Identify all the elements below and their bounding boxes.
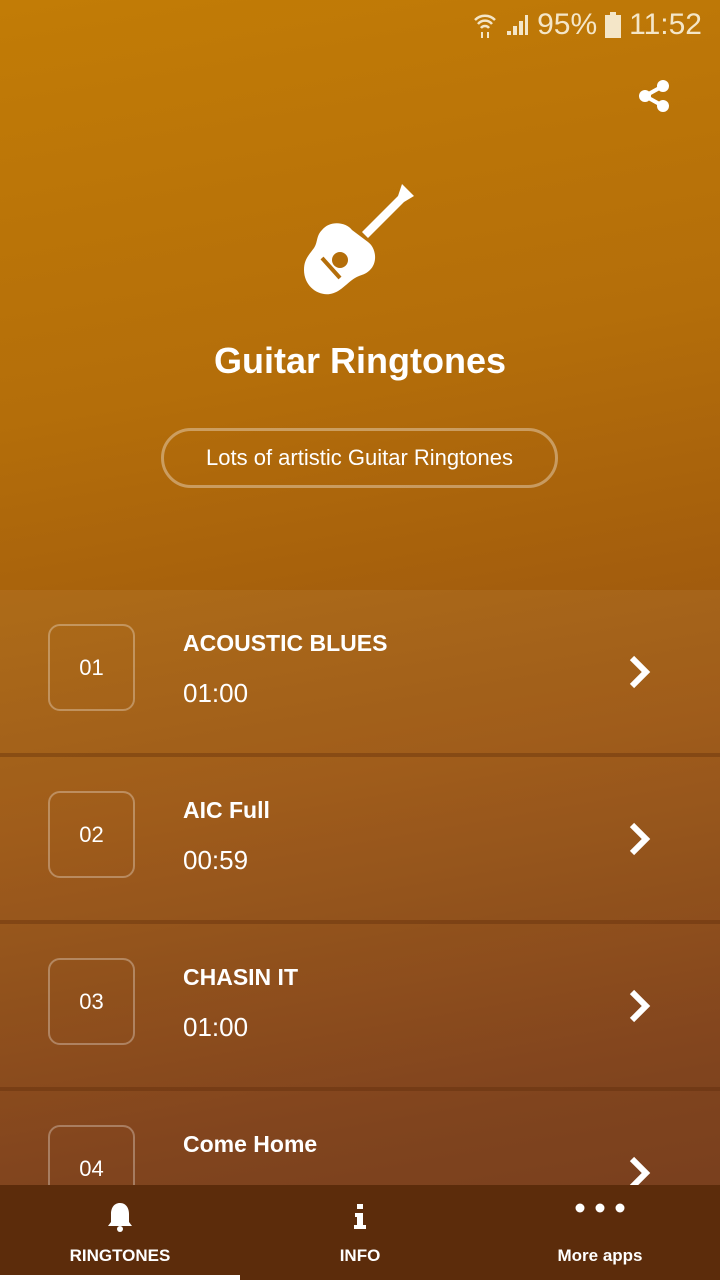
tab-label: RINGTONES xyxy=(69,1246,171,1265)
track-name: Come Home xyxy=(183,1131,318,1157)
track-number: 03 xyxy=(48,958,135,1045)
chevron-right-icon[interactable] xyxy=(628,654,652,690)
battery-percent: 95% xyxy=(537,8,598,41)
signal-icon xyxy=(507,15,529,35)
tab-more-apps[interactable]: More apps xyxy=(480,1185,720,1280)
wifi-icon xyxy=(474,14,496,38)
track-name: AIC Full xyxy=(183,797,270,823)
chevron-right-icon[interactable] xyxy=(628,988,652,1024)
info-icon xyxy=(354,1204,366,1229)
more-dots-icon xyxy=(575,1203,625,1213)
track-duration: 01:00 xyxy=(183,1012,249,1042)
ringtone-row[interactable]: 02 AIC Full 00:59 xyxy=(0,757,720,924)
tab-label: INFO xyxy=(339,1246,381,1265)
active-tab-indicator xyxy=(0,1275,240,1280)
track-name: ACOUSTIC BLUES xyxy=(183,630,388,656)
subtitle-badge: Lots of artistic Guitar Ringtones xyxy=(161,428,558,488)
tab-info[interactable]: INFO xyxy=(240,1185,480,1280)
tab-ringtones[interactable]: RINGTONES xyxy=(0,1185,240,1280)
track-duration: 01:00 xyxy=(183,678,249,708)
ringtone-row[interactable]: 03 CHASIN IT 01:00 xyxy=(0,924,720,1091)
ringtone-list: 01 ACOUSTIC BLUES 01:00 02 AIC Full 00:5… xyxy=(0,590,720,1258)
clock: 11:52 xyxy=(629,8,702,41)
chevron-right-icon[interactable] xyxy=(628,821,652,857)
bell-icon xyxy=(108,1203,132,1232)
tab-label: More apps xyxy=(557,1246,643,1265)
status-bar: 95% 11:52 xyxy=(473,0,720,50)
guitar-logo-icon xyxy=(304,184,414,295)
battery-icon xyxy=(605,12,622,38)
bottom-nav: RINGTONES INFO More apps xyxy=(0,1185,720,1280)
ringtone-row[interactable]: 01 ACOUSTIC BLUES 01:00 xyxy=(0,590,720,757)
track-duration: 00:59 xyxy=(183,845,249,875)
share-icon[interactable] xyxy=(636,78,672,114)
track-number: 02 xyxy=(48,791,135,878)
track-number: 01 xyxy=(48,624,135,711)
track-name: CHASIN IT xyxy=(183,964,298,990)
app-title: Guitar Ringtones xyxy=(213,340,506,381)
